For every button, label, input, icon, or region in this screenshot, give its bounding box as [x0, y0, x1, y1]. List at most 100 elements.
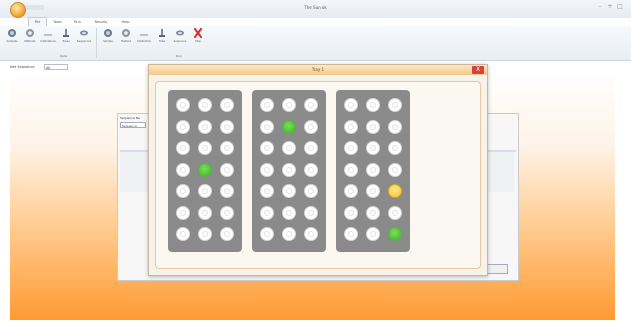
methods-label: Methods [24, 40, 36, 43]
stop-button[interactable]: Stop [190, 28, 206, 43]
tray-1-well[interactable] [176, 227, 190, 241]
samples-button[interactable]: Samples [4, 28, 20, 43]
tab-file[interactable]: File [28, 17, 47, 26]
tray-2-well[interactable] [260, 119, 274, 134]
tray-2-well[interactable] [260, 141, 274, 155]
tray-2-well[interactable] [260, 227, 274, 241]
tray-2-well[interactable] [304, 98, 318, 112]
tray-3-well[interactable] [344, 162, 358, 177]
tray-1-well[interactable] [198, 162, 212, 177]
tray-rack-2 [252, 90, 326, 252]
tray-2-well[interactable] [304, 162, 318, 177]
tray-2-well[interactable] [304, 227, 318, 241]
table-left-column [120, 152, 150, 192]
methods-button[interactable]: Methods [22, 28, 38, 43]
tray-3-well[interactable] [366, 184, 380, 198]
tray-3-well[interactable] [388, 227, 402, 241]
tray-3-well[interactable] [344, 98, 358, 112]
tray-3-well[interactable] [366, 98, 380, 112]
tray-1-well[interactable] [220, 141, 234, 155]
tray-1-well[interactable] [198, 227, 212, 241]
table-right-column [486, 152, 514, 192]
tray-1-well[interactable] [176, 205, 190, 220]
tray-1-well[interactable] [198, 205, 212, 220]
tray-2-well[interactable] [260, 162, 274, 177]
tray-2-well[interactable] [304, 119, 318, 134]
tray-2-well[interactable] [282, 205, 296, 220]
tray-2-well[interactable] [304, 141, 318, 155]
tray-2-well[interactable] [282, 184, 296, 198]
tray-2-well[interactable] [282, 119, 296, 134]
tray-1-well[interactable] [220, 119, 234, 134]
tray-3-well[interactable] [344, 184, 358, 198]
method-button[interactable]: Method [118, 28, 134, 43]
tube-icon [159, 29, 165, 37]
sequence-filter: Net Sequence All [10, 64, 70, 72]
tray-2-well[interactable] [304, 205, 318, 220]
tray-1-well[interactable] [176, 98, 190, 112]
tray-1-well[interactable] [176, 162, 190, 177]
sequence-button[interactable]: Sequence [172, 28, 188, 43]
tray-1-well[interactable] [198, 119, 212, 134]
sequence-label: Sequence [173, 40, 187, 43]
tray-2-well[interactable] [282, 227, 296, 241]
tray-3-well[interactable] [344, 227, 358, 241]
tray-1-well[interactable] [198, 184, 212, 198]
tray-1-well[interactable] [198, 141, 212, 155]
sequences-button[interactable]: Sequences [76, 28, 92, 43]
tray-1-well[interactable] [198, 98, 212, 112]
tray-2-well[interactable] [304, 184, 318, 198]
tray-3-well[interactable] [344, 141, 358, 155]
tray-3-well[interactable] [388, 98, 402, 112]
methods-icon [26, 29, 34, 37]
tray-3-well[interactable] [366, 119, 380, 134]
tubes-button[interactable]: Tubes [58, 28, 74, 43]
filter-label: Net Sequence [10, 65, 35, 69]
filter-dropdown[interactable]: All [44, 64, 68, 70]
calibrations-button[interactable]: Calibrations [40, 28, 56, 43]
tray-3-well[interactable] [366, 227, 380, 241]
window-title: The Sun ok [304, 5, 327, 10]
tray-3-well[interactable] [388, 141, 402, 155]
maximize-button[interactable]: + [606, 3, 614, 11]
tray-1-well[interactable] [220, 227, 234, 241]
tray-3-well[interactable] [366, 141, 380, 155]
sample-button[interactable]: Sample [100, 28, 116, 43]
group-label-run: Run [176, 54, 182, 58]
tray-1-well[interactable] [176, 141, 190, 155]
tray-1-well[interactable] [220, 184, 234, 198]
tray-2-well[interactable] [282, 98, 296, 112]
dialog-title: Tray 1 [311, 67, 325, 72]
sequence-name-label: Sequence Na [120, 116, 140, 120]
tubes-icon [63, 29, 69, 37]
stop-x-icon [194, 28, 202, 38]
tray-3-well[interactable] [366, 162, 380, 177]
tray-3-well[interactable] [344, 119, 358, 134]
sample-icon [104, 29, 112, 37]
tray-3-well[interactable] [388, 119, 402, 134]
tray-1-well[interactable] [220, 98, 234, 112]
tray-3-well[interactable] [388, 184, 402, 198]
tray-2-well[interactable] [282, 141, 296, 155]
tray-2-well[interactable] [260, 205, 274, 220]
group-label-data: Data [60, 54, 68, 58]
dialog-close-button[interactable]: X [472, 66, 484, 74]
tray-3-well[interactable] [388, 205, 402, 220]
tray-1-well[interactable] [176, 119, 190, 134]
sequence-name-field[interactable]: Sequence [120, 122, 146, 128]
tray-1-well[interactable] [220, 162, 234, 177]
tray-rack-3 [336, 90, 410, 252]
calibration-button[interactable]: Calibration [136, 28, 152, 43]
tray-2-well[interactable] [260, 184, 274, 198]
tray-1-well[interactable] [176, 184, 190, 198]
tray-2-well[interactable] [260, 98, 274, 112]
tube-button[interactable]: Tube [154, 28, 170, 43]
tray-rack-1 [168, 90, 242, 252]
tray-3-well[interactable] [388, 162, 402, 177]
close-window-button[interactable]: □ [616, 3, 624, 11]
tray-1-well[interactable] [220, 205, 234, 220]
tray-3-well[interactable] [366, 205, 380, 220]
minimize-button[interactable]: – [596, 3, 604, 11]
tray-2-well[interactable] [282, 162, 296, 177]
tray-3-well[interactable] [344, 205, 358, 220]
